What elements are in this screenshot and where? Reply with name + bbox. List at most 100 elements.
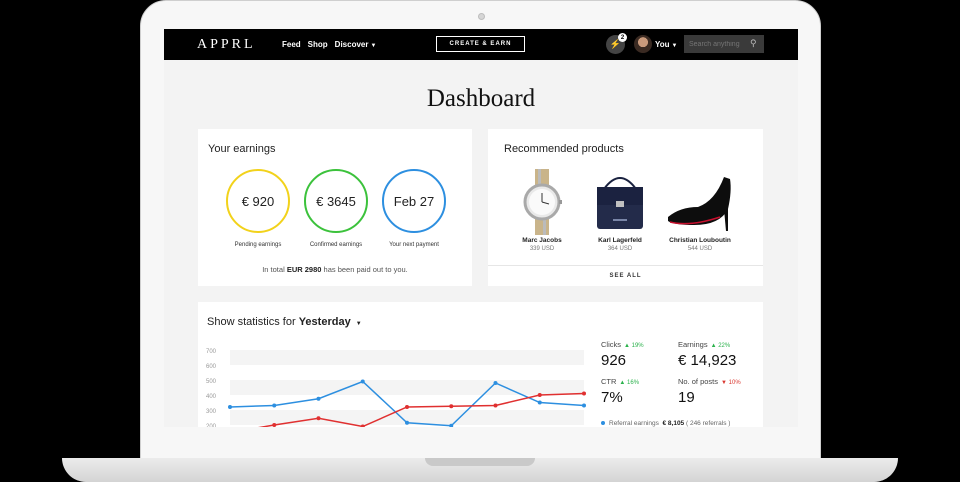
metric-delta: 19%: [631, 343, 644, 349]
grid-band: [230, 380, 584, 395]
product-card[interactable]: Christian Louboutin 544 USD: [660, 169, 740, 252]
nav-links: Feed Shop Discover ▼: [282, 40, 376, 49]
delta-down-indicator: ▼ 10%: [721, 380, 741, 386]
chevron-down-icon: ▼: [370, 43, 377, 49]
nav-link-shop[interactable]: Shop: [308, 40, 328, 49]
metric-delta: 10%: [728, 380, 741, 386]
see-all-button[interactable]: SEE ALL: [488, 265, 763, 286]
statistics-line-chart: 700 600 500 400 300 200: [206, 349, 586, 427]
user-menu-label: You: [655, 40, 670, 49]
statistics-title-prefix: Show statistics for: [207, 316, 299, 328]
chevron-down-icon: ▼: [355, 321, 362, 327]
y-tick-label: 500: [206, 379, 217, 385]
legend-dot-icon: [601, 421, 605, 426]
pending-earnings-ring: € 920: [226, 169, 290, 233]
recommended-title: Recommended products: [504, 143, 624, 155]
ctr-value: 7%: [601, 389, 623, 406]
earnings-metric-label: Earnings ▲ 22%: [678, 340, 730, 349]
data-point[interactable]: [405, 405, 409, 409]
nav-link-discover-label: Discover: [334, 40, 369, 49]
y-tick-label: 600: [206, 364, 217, 370]
confirmed-earnings-ring: € 3645: [304, 169, 368, 233]
y-tick-label: 200: [206, 424, 217, 427]
metric-delta: 16%: [627, 380, 640, 386]
avatar[interactable]: [634, 35, 652, 53]
next-payment-label: Your next payment: [389, 242, 439, 248]
next-payment-ring: Feb 27: [382, 169, 446, 233]
data-point[interactable]: [316, 396, 321, 401]
heel-shoe-icon: [660, 169, 740, 235]
data-point[interactable]: [493, 403, 498, 408]
pending-earnings-label: Pending earnings: [234, 242, 282, 248]
data-point[interactable]: [582, 403, 586, 408]
product-name: Marc Jacobs: [522, 237, 562, 244]
clicks-metric-label: Clicks ▲ 19%: [601, 340, 644, 349]
metric-label: No. of posts: [678, 377, 719, 386]
paid-suffix: has been paid out to you.: [321, 265, 408, 274]
product-card[interactable]: Karl Lagerfeld 364 USD: [580, 169, 660, 252]
product-card[interactable]: Marc Jacobs 339 USD: [502, 169, 582, 252]
data-point[interactable]: [493, 381, 498, 385]
data-point[interactable]: [228, 405, 232, 409]
product-price: 364 USD: [607, 246, 633, 252]
watch-icon: [502, 169, 582, 235]
referral-count: ( 246 referrals ): [685, 420, 731, 427]
referral-amount: € 8,105: [662, 420, 685, 427]
confirmed-earnings-label: Confirmed earnings: [309, 242, 363, 248]
top-navigation: APPRL Feed Shop Discover ▼ CREATE & EARN …: [164, 29, 798, 60]
referral-earnings: Referral earnings € 8,105 ( 246 referral…: [601, 420, 730, 427]
y-tick-label: 400: [206, 394, 217, 400]
paid-out-text: In total EUR 2980 has been paid out to y…: [198, 265, 472, 274]
laptop-notch: [425, 458, 535, 466]
metric-label: Clicks: [601, 340, 621, 349]
metric-label: Earnings: [678, 340, 708, 349]
data-point[interactable]: [537, 400, 542, 405]
paid-amount: EUR 2980: [286, 265, 322, 274]
delta-up-indicator: ▲ 19%: [624, 343, 644, 349]
delta-up-indicator: ▲ 22%: [710, 343, 731, 349]
page-title: Dashboard: [426, 85, 536, 112]
ctr-metric-label: CTR ▲ 16%: [601, 377, 639, 386]
user-menu[interactable]: You ▼: [655, 40, 677, 49]
clicks-value: 926: [601, 352, 627, 369]
handbag-icon: [580, 169, 660, 235]
statistics-card: Show statistics for Yesterday ▼ 700 600 50…: [198, 302, 763, 427]
product-name: Christian Louboutin: [669, 237, 731, 244]
product-price: 339 USD: [529, 246, 555, 252]
product-price: 544 USD: [687, 246, 713, 252]
posts-value: 19: [678, 389, 695, 406]
data-point[interactable]: [537, 393, 542, 397]
notification-badge: 2: [618, 33, 627, 42]
paid-prefix: In total: [262, 265, 287, 274]
data-point[interactable]: [316, 416, 321, 421]
data-point[interactable]: [272, 423, 277, 427]
brand-logo[interactable]: APPRL: [197, 37, 256, 53]
data-point[interactable]: [582, 391, 586, 396]
create-earn-button[interactable]: CREATE & EARN: [436, 36, 525, 52]
data-point[interactable]: [405, 420, 409, 425]
recommended-products-card: Recommended products Marc Jacobs 339 USD: [488, 129, 763, 286]
y-tick-label: 300: [206, 409, 217, 415]
statistics-period: Yesterday: [298, 316, 351, 328]
earnings-title: Your earnings: [208, 143, 276, 155]
screen: APPRL Feed Shop Discover ▼ CREATE & EARN …: [164, 29, 798, 427]
product-name: Karl Lagerfeld: [598, 237, 642, 244]
nav-link-discover[interactable]: Discover ▼: [335, 40, 377, 49]
metric-label: CTR: [601, 377, 617, 386]
camera-dot: [478, 13, 485, 20]
posts-metric-label: No. of posts ▼ 10%: [678, 377, 741, 386]
data-point[interactable]: [272, 403, 277, 408]
referral-label: Referral earnings: [609, 420, 659, 427]
y-tick-label: 700: [206, 349, 217, 355]
earnings-value: € 14,923: [678, 352, 737, 369]
grid-band: [230, 350, 584, 365]
delta-up-indicator: ▲ 16%: [619, 380, 640, 386]
chevron-down-icon: ▼: [671, 43, 678, 49]
data-point[interactable]: [360, 379, 365, 384]
metric-delta: 22%: [718, 343, 731, 349]
search-icon[interactable]: ⚲: [750, 38, 757, 49]
statistics-period-selector[interactable]: Show statistics for Yesterday ▼: [207, 316, 362, 328]
data-point[interactable]: [449, 404, 454, 409]
earnings-card: Your earnings € 920 Pending earnings € 3…: [198, 129, 472, 286]
nav-link-feed[interactable]: Feed: [282, 40, 301, 49]
